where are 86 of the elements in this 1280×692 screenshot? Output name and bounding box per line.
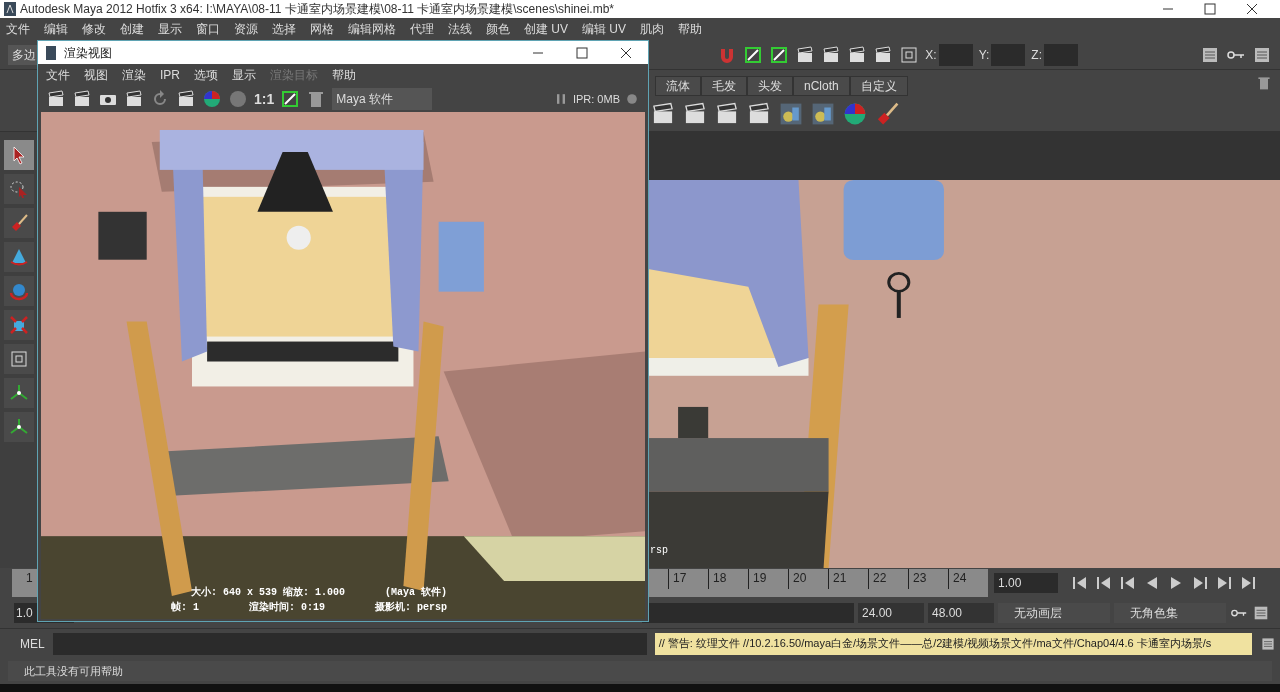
- window-title: 渲染视图: [64, 44, 112, 62]
- menu-item[interactable]: 肌肉: [640, 20, 665, 38]
- coordinate-label: Y:: [978, 46, 990, 64]
- shelf-tab[interactable]: nCloth: [793, 76, 850, 96]
- maximize-icon[interactable]: [1204, 3, 1216, 15]
- renderer-dropdown[interactable]: Maya 软件: [332, 88, 433, 110]
- menu-item[interactable]: 修改: [82, 20, 106, 38]
- close-icon[interactable]: [1246, 3, 1258, 15]
- end-field[interactable]: 24.00: [858, 603, 924, 623]
- render-info: 帧: 1: [171, 600, 199, 615]
- shelf-tab[interactable]: 头发: [747, 76, 793, 96]
- close-icon[interactable]: [620, 46, 632, 59]
- coordinate-label: X:: [925, 46, 937, 64]
- status-icon[interactable]: [624, 91, 640, 107]
- menu-item[interactable]: 资源: [234, 20, 258, 38]
- app-icon: [4, 2, 16, 16]
- trash-icon[interactable]: [1256, 75, 1272, 91]
- menu-item[interactable]: 显示: [232, 66, 256, 84]
- frame-label: 21: [828, 569, 868, 589]
- clapper-icon[interactable]: [176, 89, 196, 109]
- grid-icon[interactable]: [899, 44, 920, 65]
- zoom-button[interactable]: 1:1: [254, 88, 275, 110]
- color-sphere-icon[interactable]: [202, 89, 222, 109]
- menu-item[interactable]: 文件: [6, 20, 30, 38]
- app-icon: [46, 45, 56, 60]
- window-icon[interactable]: [1260, 635, 1276, 652]
- list-icon[interactable]: [1252, 604, 1270, 622]
- current-frame-field[interactable]: 1.00: [994, 573, 1058, 593]
- command-field[interactable]: [52, 632, 647, 655]
- render-info: 大小: 640 x 539 缩放: 1.000: [191, 585, 346, 600]
- menu-item[interactable]: 颜色: [486, 20, 510, 38]
- clapper-icon[interactable]: [46, 89, 66, 109]
- ipr-memory: IPR: 0MB: [572, 91, 620, 107]
- frame-label: 17: [668, 569, 708, 589]
- menu-item[interactable]: 渲染: [122, 66, 146, 84]
- menu-item[interactable]: 显示: [158, 20, 182, 38]
- clapper-icon[interactable]: [72, 89, 92, 109]
- frame-label: 1: [25, 570, 33, 587]
- clapper-icon[interactable]: [847, 44, 868, 65]
- menu-item[interactable]: 编辑网格: [348, 20, 396, 38]
- frame-label: 20: [788, 569, 828, 589]
- menu-item[interactable]: 视图: [84, 66, 108, 84]
- menu-item[interactable]: 编辑: [44, 20, 68, 38]
- menu-item[interactable]: IPR: [160, 66, 180, 84]
- window-title: Autodesk Maya 2012 Hotfix 3 x64: I:\MAYA\08-11 卡通室内场景建模\08-11 卡通室内场景建模\scenes\shinei.mb*: [20, 1, 614, 18]
- menu-item[interactable]: 网格: [310, 20, 334, 38]
- menu-item[interactable]: 法线: [448, 20, 472, 38]
- render-info: 摄影机: persp: [375, 600, 448, 615]
- menu-item[interactable]: 编辑 UV: [582, 20, 627, 38]
- frame-label: 18: [708, 569, 748, 589]
- coordinate-field[interactable]: [991, 43, 1026, 66]
- frame-label: 23: [908, 569, 948, 589]
- menu-item[interactable]: 窗口: [196, 20, 220, 38]
- max-field[interactable]: 48.00: [928, 603, 994, 623]
- clapper-icon[interactable]: [873, 44, 894, 65]
- character-set-dropdown[interactable]: 无角色集: [1114, 603, 1226, 623]
- command-result: // 警告: 纹理文件 //10.2.16.50/maya白金/场景文件——总/2建模/视频场景文件/ma文件/Chap04/4.6 卡通室内场景/s: [654, 632, 1252, 655]
- menu-item[interactable]: 文件: [46, 66, 70, 84]
- anim-layer-dropdown[interactable]: 无动画层: [998, 603, 1110, 623]
- coordinate-label: Z:: [1031, 46, 1042, 64]
- shelf-tab[interactable]: 自定义: [849, 76, 908, 96]
- clapper-icon[interactable]: [821, 44, 842, 65]
- mode-dropdown[interactable]: 多边: [8, 44, 40, 65]
- maximize-icon[interactable]: [576, 46, 588, 59]
- shelf-tab[interactable]: 流体: [655, 76, 701, 96]
- shelf-tab[interactable]: 毛发: [701, 76, 747, 96]
- coordinate-field[interactable]: [938, 43, 973, 66]
- frame-label: 24: [948, 569, 988, 589]
- time-range-field[interactable]: [642, 603, 854, 623]
- menu-item[interactable]: 帮助: [678, 20, 703, 38]
- menu-item[interactable]: 选择: [272, 20, 296, 38]
- frame-label: 22: [868, 569, 908, 589]
- coordinate-field[interactable]: [1044, 43, 1078, 66]
- menu-item[interactable]: 选项: [194, 66, 218, 84]
- render-info: 渲染时间: 0:19: [249, 600, 326, 615]
- clapper-icon[interactable]: [795, 44, 816, 65]
- mel-label: MEL: [20, 635, 45, 653]
- clapper-icon[interactable]: [124, 89, 144, 109]
- frame-label: 19: [748, 569, 788, 589]
- menu-item[interactable]: 帮助: [332, 66, 356, 84]
- menu-item[interactable]: 创建: [120, 20, 144, 38]
- render-info: (Maya 软件): [385, 585, 448, 600]
- frame-icon[interactable]: [280, 89, 301, 109]
- menu-item[interactable]: 代理: [410, 20, 434, 38]
- camera-label: rsp: [650, 544, 668, 558]
- menu-item[interactable]: 创建 UV: [524, 20, 568, 38]
